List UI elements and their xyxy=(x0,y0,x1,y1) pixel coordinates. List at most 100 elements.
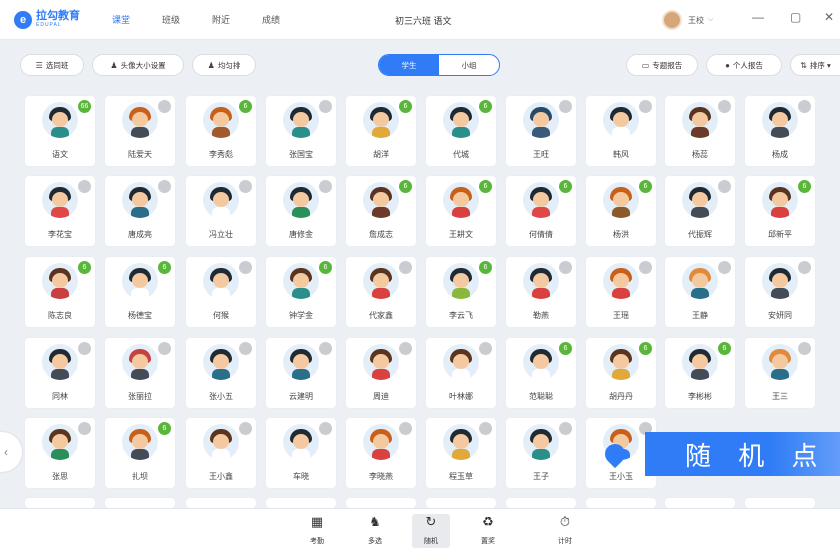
score-badge xyxy=(158,100,171,113)
student-card[interactable]: 6 代城 xyxy=(426,96,496,166)
student-card[interactable]: 同林 xyxy=(25,338,95,408)
student-card[interactable]: 周迪 xyxy=(346,338,416,408)
nav-nearby[interactable]: 附近 xyxy=(212,13,262,26)
student-card[interactable] xyxy=(266,498,336,508)
student-card[interactable]: 陆爱天 xyxy=(105,96,175,166)
attendance-button[interactable]: ▦ 考勤 xyxy=(298,514,336,548)
score-badge xyxy=(718,100,731,113)
student-card[interactable]: 6 胡丹丹 xyxy=(586,338,656,408)
student-card[interactable]: 6 扎坝 xyxy=(105,418,175,488)
student-card[interactable]: 6 胡洋 xyxy=(346,96,416,166)
student-card[interactable]: 王瑶 xyxy=(586,257,656,327)
student-card[interactable]: 何猴 xyxy=(186,257,256,327)
student-card[interactable] xyxy=(665,498,735,508)
prev-page-button[interactable]: ‹ xyxy=(0,432,22,472)
student-avatar xyxy=(603,263,639,299)
student-card[interactable]: 杨蕊 xyxy=(665,96,735,166)
student-avatar xyxy=(762,344,798,380)
multi-select-button[interactable]: ♞ 多选 xyxy=(356,514,394,548)
avatar-size-button[interactable]: ♟ 头像大小设置 xyxy=(92,54,184,76)
student-card[interactable]: 6 何倩倩 xyxy=(506,176,576,246)
nav-class[interactable]: 班级 xyxy=(162,13,212,26)
sort-button[interactable]: ⇅ 排序 ▾ xyxy=(790,54,840,76)
student-card[interactable]: 韩风 xyxy=(586,96,656,166)
student-card[interactable]: 张丽拉 xyxy=(105,338,175,408)
student-card[interactable]: 6 杨德宝 xyxy=(105,257,175,327)
student-avatar xyxy=(122,424,158,460)
user-menu[interactable]: 王校 ⌵ xyxy=(662,10,713,30)
score-badge xyxy=(399,342,412,355)
student-card[interactable]: 程玉草 xyxy=(426,418,496,488)
student-card[interactable] xyxy=(506,498,576,508)
close-button[interactable]: ✕ xyxy=(824,10,834,24)
student-card[interactable] xyxy=(745,498,815,508)
student-card[interactable]: 张思 xyxy=(25,418,95,488)
timer-button[interactable]: ⏱ 计时 xyxy=(546,514,584,548)
score-badge xyxy=(559,422,572,435)
student-avatar xyxy=(283,344,319,380)
score-badge: 6 xyxy=(399,100,412,113)
student-card[interactable]: 李花宝 xyxy=(25,176,95,246)
student-card[interactable] xyxy=(186,498,256,508)
score-badge: 6 xyxy=(718,342,731,355)
tool-label: 随机 xyxy=(424,538,438,545)
student-card[interactable]: 张国宝 xyxy=(266,96,336,166)
random-button[interactable]: ↻ 随机 xyxy=(412,514,450,548)
nav-classroom[interactable]: 课堂 xyxy=(112,13,162,26)
student-card[interactable]: 车晓 xyxy=(266,418,336,488)
student-card[interactable]: 勒燕 xyxy=(506,257,576,327)
student-card[interactable]: 6 邱新平 xyxy=(745,176,815,246)
student-card[interactable]: 6 杨洪 xyxy=(586,176,656,246)
student-card[interactable] xyxy=(586,498,656,508)
student-name: 王旺 xyxy=(533,150,549,159)
star-icon: ● xyxy=(725,60,730,70)
student-card[interactable] xyxy=(346,498,416,508)
student-card[interactable]: 叶林娜 xyxy=(426,338,496,408)
student-card[interactable]: 代振辉 xyxy=(665,176,735,246)
student-card[interactable]: 冯立壮 xyxy=(186,176,256,246)
student-card[interactable] xyxy=(25,498,95,508)
minimize-button[interactable]: — xyxy=(752,10,764,24)
personal-report-button[interactable]: ● 个人报告 xyxy=(706,54,782,76)
student-name: 王耕文 xyxy=(449,230,473,239)
student-card[interactable]: 6 李彬彬 xyxy=(665,338,735,408)
tab-students[interactable]: 学生 xyxy=(379,55,439,75)
student-card[interactable]: 王子 xyxy=(506,418,576,488)
chevron-left-icon: ‹ xyxy=(4,445,8,459)
student-card[interactable]: 6 陈志良 xyxy=(25,257,95,327)
student-card[interactable]: 李晓燕 xyxy=(346,418,416,488)
student-card[interactable]: 王小鑫 xyxy=(186,418,256,488)
student-name: 安妍同 xyxy=(768,311,792,320)
score-badge: 6 xyxy=(639,342,652,355)
student-card[interactable]: 唐成亮 xyxy=(105,176,175,246)
student-card[interactable]: 6 李秀彪 xyxy=(186,96,256,166)
student-card[interactable] xyxy=(426,498,496,508)
student-card[interactable]: 6 李云飞 xyxy=(426,257,496,327)
select-class-button[interactable]: ☰ 选同班 xyxy=(20,54,84,76)
even-arrange-button[interactable]: ♟ 均匀排 xyxy=(192,54,256,76)
score-badge xyxy=(399,422,412,435)
nav-grades[interactable]: 成绩 xyxy=(262,13,312,26)
student-card[interactable]: 云建明 xyxy=(266,338,336,408)
student-card[interactable]: 6 范聪聪 xyxy=(506,338,576,408)
student-card[interactable]: 6 王耕文 xyxy=(426,176,496,246)
student-card[interactable]: 6 詹成志 xyxy=(346,176,416,246)
student-card[interactable]: 6 钟学金 xyxy=(266,257,336,327)
student-card[interactable]: 66 语文 xyxy=(25,96,95,166)
redeem-button[interactable]: ♻ 置奖 xyxy=(469,514,507,548)
score-badge xyxy=(239,261,252,274)
student-card[interactable]: 张小五 xyxy=(186,338,256,408)
student-card[interactable]: 杨成 xyxy=(745,96,815,166)
student-card[interactable]: 代家鑫 xyxy=(346,257,416,327)
topic-report-button[interactable]: ▭ 专题报告 xyxy=(626,54,698,76)
app-logo: e 拉勾教育 EDUPAL xyxy=(14,10,104,29)
student-card[interactable]: 王旺 xyxy=(506,96,576,166)
student-card[interactable]: 王静 xyxy=(665,257,735,327)
maximize-button[interactable]: ▢ xyxy=(790,10,801,24)
student-card[interactable]: 安妍同 xyxy=(745,257,815,327)
student-card[interactable]: 唐修金 xyxy=(266,176,336,246)
student-name: 陆爱天 xyxy=(128,150,152,159)
student-card[interactable] xyxy=(105,498,175,508)
tab-groups[interactable]: 小组 xyxy=(439,55,499,75)
student-card[interactable]: 王三 xyxy=(745,338,815,408)
